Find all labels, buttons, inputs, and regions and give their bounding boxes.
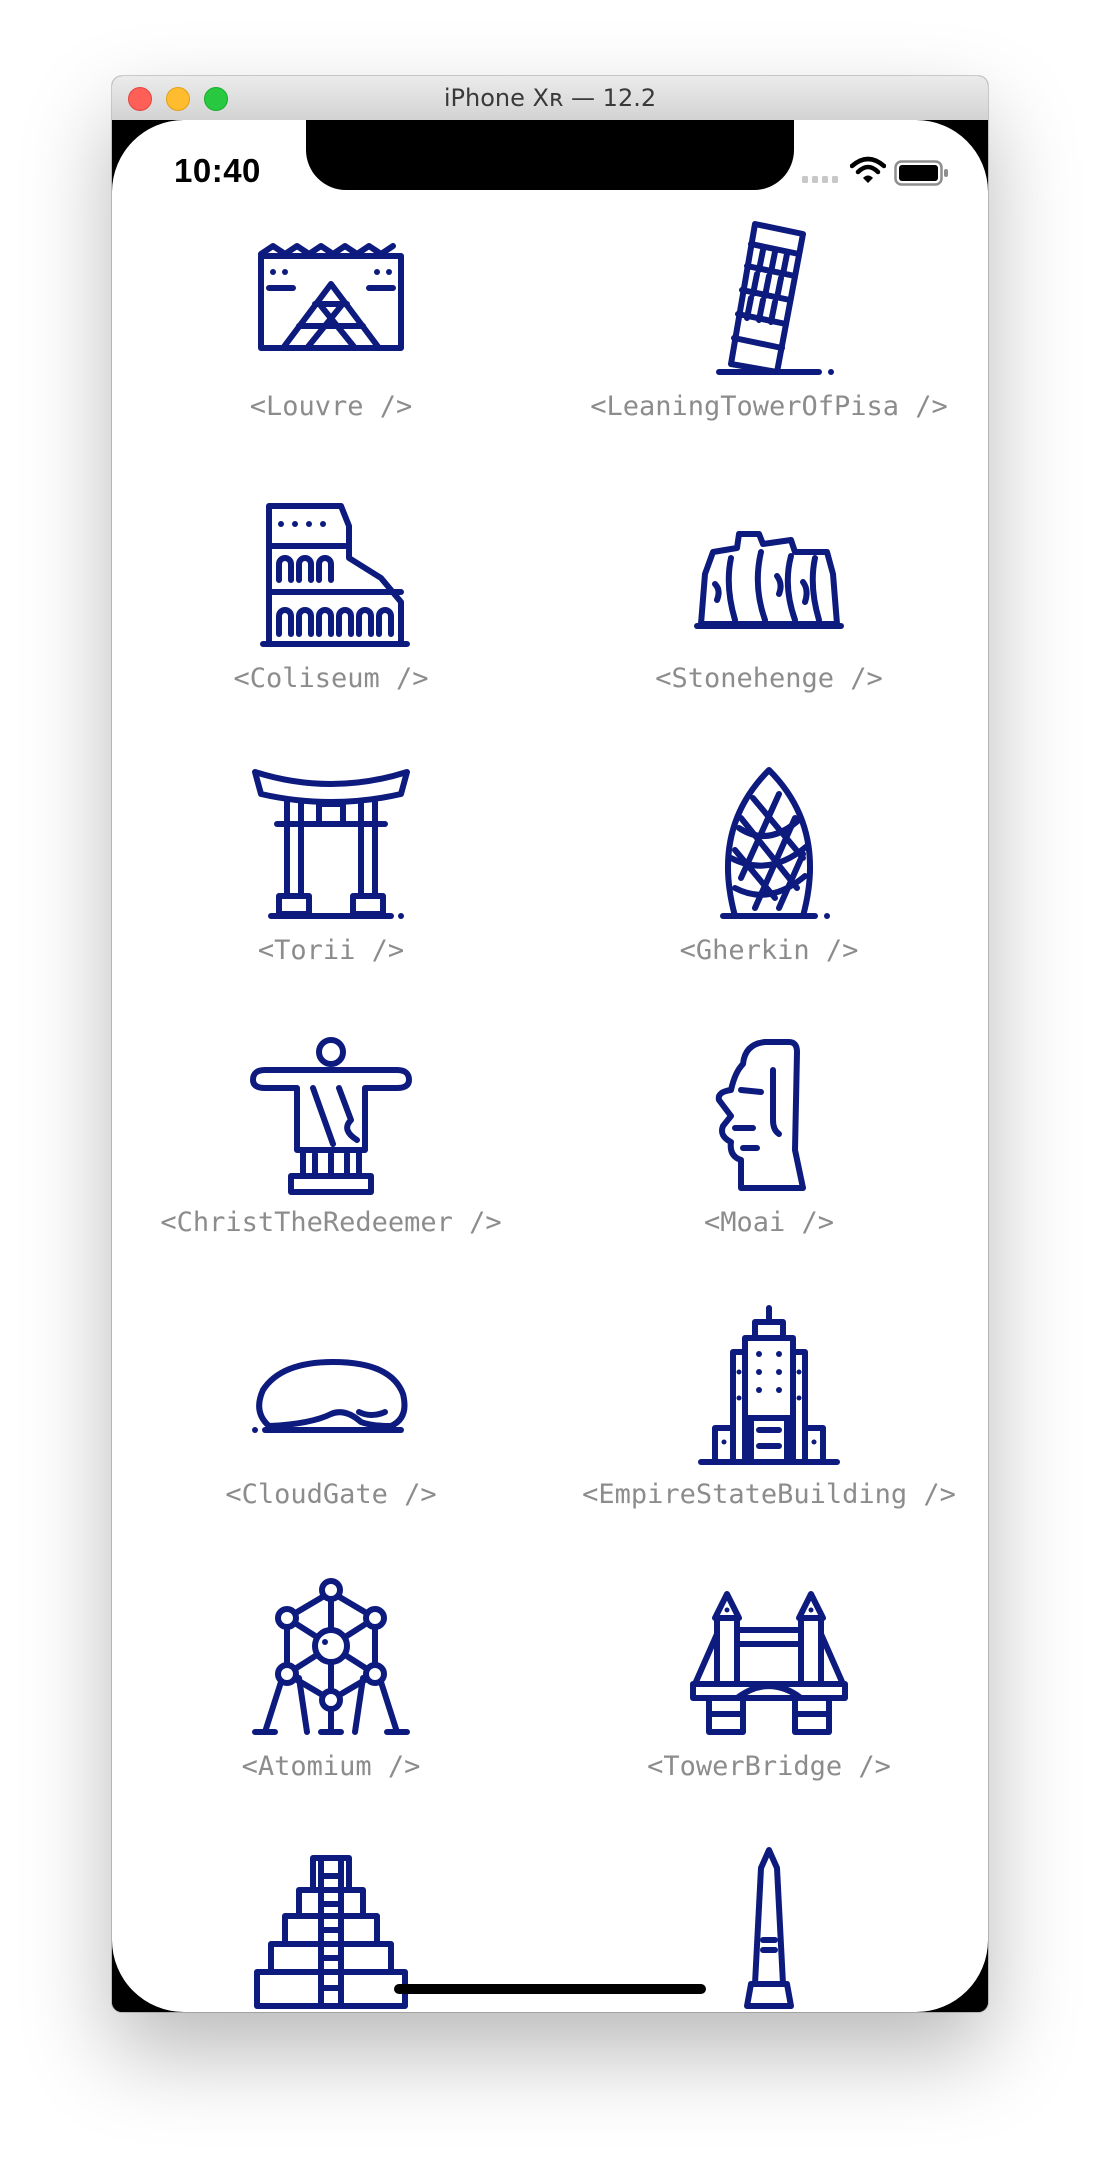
battery-icon — [894, 160, 948, 186]
landmark-label: <CloudGate /> — [225, 1479, 437, 1510]
landmark-item-coliseum[interactable]: <Coliseum /> — [112, 460, 550, 732]
landmark-item-stonehenge[interactable]: <Stonehenge /> — [550, 460, 988, 732]
christ-the-redeemer-icon — [250, 1037, 412, 1195]
landmark-label: <EmpireStateBuilding /> — [582, 1479, 956, 1510]
moai-icon — [715, 1039, 806, 1191]
empire-state-building-icon — [698, 1305, 840, 1465]
notch — [306, 120, 794, 190]
landmark-item-atomium[interactable]: <Atomium /> — [112, 1548, 550, 1820]
coliseum-icon — [260, 503, 410, 647]
cloud-gate-icon — [252, 1359, 408, 1433]
window-titlebar[interactable]: iPhone Xʀ — 12.2 — [112, 76, 988, 121]
leaning-tower-of-pisa-icon — [716, 221, 834, 375]
landmark-label: <ChristTheRedeemer /> — [160, 1207, 502, 1238]
landmark-label: <Stonehenge /> — [655, 663, 883, 694]
cellular-signal-icon — [802, 176, 838, 183]
landmark-item-torii[interactable]: <Torii /> — [112, 732, 550, 1004]
status-time: 10:40 — [174, 152, 261, 189]
atomium-icon — [252, 1578, 410, 1735]
landmark-label: <TowerBridge /> — [647, 1751, 891, 1782]
landmark-item-gherkin[interactable]: <Gherkin /> — [550, 732, 988, 1004]
stonehenge-icon — [694, 531, 844, 629]
gherkin-icon — [720, 767, 830, 919]
tower-bridge-icon — [690, 1591, 848, 1735]
landmark-label: <Torii /> — [257, 935, 405, 966]
simulator-window: iPhone Xʀ — 12.2 10:40 <Louvre /> <Leani… — [112, 76, 988, 2012]
home-indicator[interactable] — [394, 1984, 706, 1994]
landmark-label: <Louvre /> — [249, 391, 413, 422]
landmark-label: <Moai /> — [703, 1207, 835, 1238]
landmark-item-louvre[interactable]: <Louvre /> — [112, 188, 550, 460]
landmark-item-moai[interactable]: <Moai /> — [550, 1004, 988, 1276]
obelisk-icon — [744, 1847, 794, 2009]
landmark-item-leaning-tower[interactable]: <LeaningTowerOfPisa /> — [550, 188, 988, 460]
landmark-item-cloudgate[interactable]: <CloudGate /> — [112, 1276, 550, 1548]
landmark-item-christ[interactable]: <ChristTheRedeemer /> — [112, 1004, 550, 1276]
landmark-item-tower-bridge[interactable]: <TowerBridge /> — [550, 1548, 988, 1820]
landmark-label: <Atomium /> — [241, 1751, 421, 1782]
iphone-device: 10:40 <Louvre /> <LeaningTowerOfPisa /> … — [112, 120, 988, 2012]
landmark-label: <Coliseum /> — [233, 663, 429, 694]
torii-icon — [252, 769, 410, 919]
window-title: iPhone Xʀ — 12.2 — [443, 84, 657, 112]
landmark-label: <LeaningTowerOfPisa /> — [590, 391, 948, 422]
landmark-item-empire-state[interactable]: <EmpireStateBuilding /> — [550, 1276, 988, 1548]
app-screen[interactable]: 10:40 <Louvre /> <LeaningTowerOfPisa /> … — [112, 120, 988, 2012]
landmark-label: <Gherkin /> — [679, 935, 859, 966]
wifi-icon — [850, 156, 886, 183]
louvre-icon — [258, 243, 404, 351]
